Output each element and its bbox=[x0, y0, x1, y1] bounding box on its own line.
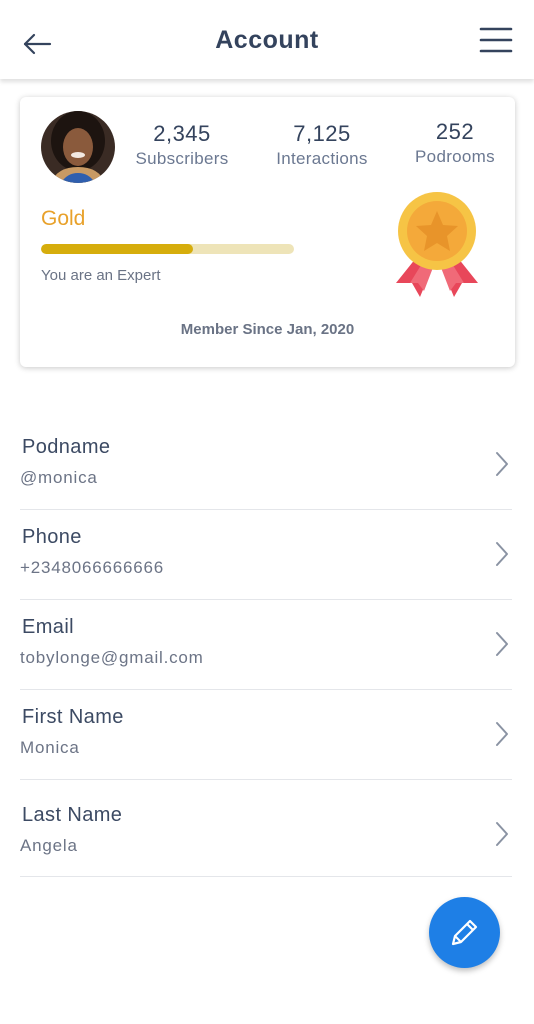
field-value: Monica bbox=[20, 738, 80, 757]
account-fields: Podname @monica Phone +2348066666666 Ema… bbox=[20, 420, 512, 877]
pencil-edit-icon bbox=[451, 919, 478, 946]
profile-card: 2,345 Subscribers 7,125 Interactions 252… bbox=[20, 97, 515, 367]
field-label: Phone bbox=[22, 526, 82, 548]
tier-progress-bar bbox=[41, 244, 294, 254]
stat-value: 7,125 bbox=[293, 121, 351, 146]
hamburger-menu-icon bbox=[479, 27, 513, 53]
field-label: First Name bbox=[22, 706, 124, 728]
stat-label: Interactions bbox=[276, 149, 368, 168]
field-first-name[interactable]: First Name Monica bbox=[20, 690, 512, 780]
chevron-right-icon bbox=[496, 452, 508, 476]
gold-medal-icon bbox=[390, 191, 484, 301]
field-last-name[interactable]: Last Name Angela bbox=[20, 780, 512, 877]
stat-label: Podrooms bbox=[415, 147, 495, 166]
stat-interactions[interactable]: 7,125 Interactions bbox=[270, 121, 374, 169]
field-label: Podname bbox=[22, 436, 111, 458]
stat-subscribers[interactable]: 2,345 Subscribers bbox=[132, 121, 232, 169]
field-value: Angela bbox=[20, 836, 78, 855]
menu-button[interactable] bbox=[478, 26, 514, 56]
user-avatar[interactable] bbox=[41, 111, 115, 183]
field-email[interactable]: Email tobylonge@gmail.com bbox=[20, 600, 512, 690]
field-podname[interactable]: Podname @monica bbox=[20, 420, 512, 510]
field-value: @monica bbox=[20, 468, 98, 487]
page-title: Account bbox=[215, 26, 319, 54]
field-phone[interactable]: Phone +2348066666666 bbox=[20, 510, 512, 600]
field-label: Email bbox=[22, 616, 75, 638]
tier-label: Gold bbox=[41, 207, 86, 230]
member-since: Member Since Jan, 2020 bbox=[180, 321, 355, 338]
field-value: tobylonge@gmail.com bbox=[20, 648, 204, 667]
field-value: +2348066666666 bbox=[20, 558, 165, 577]
edit-button[interactable] bbox=[429, 897, 500, 968]
chevron-right-icon bbox=[496, 822, 508, 846]
chevron-right-icon bbox=[496, 632, 508, 656]
tier-progress-fill bbox=[41, 244, 193, 254]
stat-label: Subscribers bbox=[135, 149, 229, 168]
stat-value: 252 bbox=[435, 119, 475, 144]
app-header: Account bbox=[0, 0, 534, 79]
chevron-right-icon bbox=[496, 542, 508, 566]
stat-podrooms[interactable]: 252 Podrooms bbox=[412, 119, 498, 167]
chevron-right-icon bbox=[496, 722, 508, 746]
stat-value: 2,345 bbox=[153, 121, 211, 146]
level-text: You are an Expert bbox=[41, 267, 161, 284]
field-label: Last Name bbox=[22, 804, 123, 826]
